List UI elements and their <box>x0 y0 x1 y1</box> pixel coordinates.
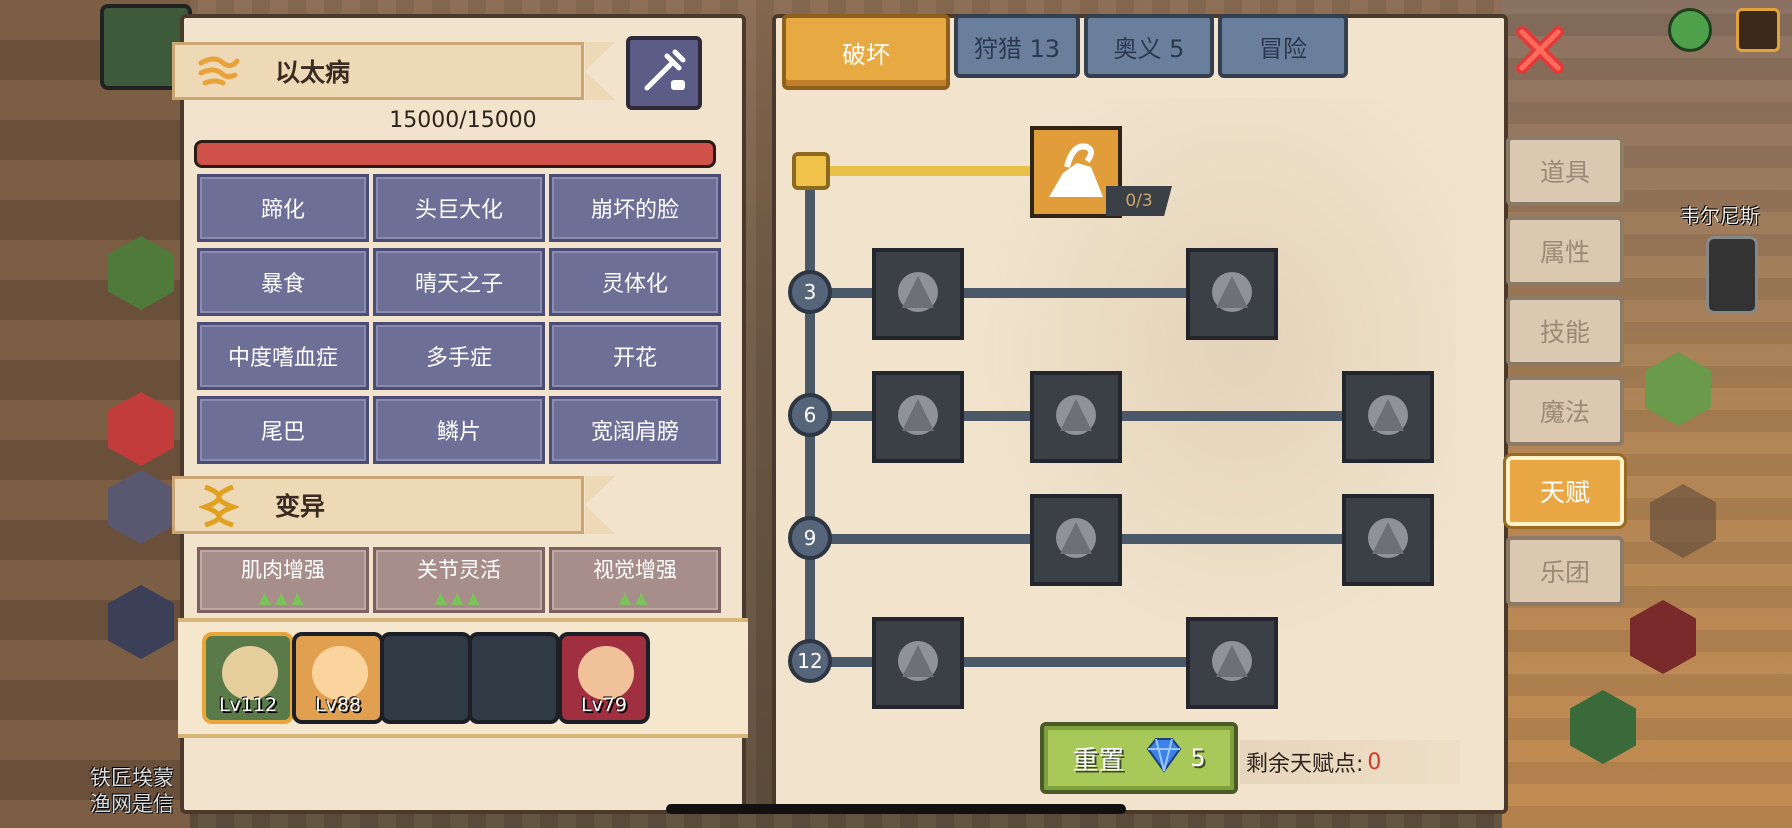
disease-hp-fill <box>197 143 713 165</box>
mutation-card[interactable]: 肌肉增强 ▲▲▲ <box>197 547 369 613</box>
arm-wrestle-icon <box>1043 137 1109 207</box>
talent-level-marker: 12 <box>788 639 832 683</box>
trait-card[interactable]: 多手症 <box>373 322 545 390</box>
side-menu-item[interactable]: 道具 <box>1506 136 1624 206</box>
reset-cost: 5 <box>1144 737 1206 779</box>
talent-node[interactable] <box>872 248 964 340</box>
disease-title: 以太病 <box>275 58 351 87</box>
trait-card[interactable]: 蹄化 <box>197 174 369 242</box>
tab-3[interactable]: 冒险 <box>1218 14 1348 78</box>
trait-card[interactable]: 鳞片 <box>373 396 545 464</box>
reset-label: 重置 <box>1072 745 1125 776</box>
side-menu-item[interactable]: 天赋 <box>1506 456 1624 526</box>
party-slot[interactable] <box>380 632 472 724</box>
mutation-stars: ▲▲ <box>618 587 652 607</box>
talent-counter: 0/3 <box>1106 186 1172 216</box>
grip-icon <box>1202 631 1262 695</box>
dark-wings-icon <box>1358 508 1418 572</box>
disease-hp-bar <box>194 140 716 168</box>
syringe-icon <box>637 44 691 102</box>
talent-node[interactable] <box>1030 494 1122 586</box>
tab-1[interactable]: 狩猎 13 <box>954 14 1080 78</box>
trait-card[interactable]: 中度嗜血症 <box>197 322 369 390</box>
trait-card[interactable]: 灵体化 <box>549 248 721 316</box>
trait-card[interactable]: 开花 <box>549 322 721 390</box>
talent-node[interactable] <box>1342 494 1434 586</box>
talent-node[interactable] <box>1186 617 1278 709</box>
trait-card[interactable]: 暴食 <box>197 248 369 316</box>
talent-node[interactable] <box>1030 371 1122 463</box>
mutation-stars: ▲▲▲ <box>258 587 308 607</box>
party-slot[interactable]: Lv112 <box>202 632 294 724</box>
reset-cost-value: 5 <box>1190 744 1206 772</box>
trait-card[interactable]: 宽阔肩膀 <box>549 396 721 464</box>
shield-break-icon <box>888 385 948 449</box>
diamond-icon <box>1144 737 1184 779</box>
character-level: Lv79 <box>580 694 627 716</box>
side-menu-item[interactable]: 属性 <box>1506 216 1624 286</box>
character-portrait <box>312 646 368 700</box>
talent-root-node <box>792 152 830 190</box>
talent-level-marker: 3 <box>788 270 832 314</box>
character-level: Lv112 <box>218 694 278 716</box>
reset-talents-button[interactable]: 重置 5 <box>1040 722 1238 794</box>
globe-icon[interactable] <box>1668 8 1712 52</box>
mutation-name: 肌肉增强 <box>241 557 325 582</box>
npc-name-label: 韦尔尼斯 <box>1680 204 1760 228</box>
mutation-title: 变异 <box>275 492 326 521</box>
mutation-header-ribbon: 变异 <box>172 476 615 534</box>
character-portrait <box>222 646 278 700</box>
shockwave-icon <box>1046 508 1106 572</box>
close-icon <box>1512 22 1568 82</box>
remaining-points-label: 剩余天赋点: <box>1246 752 1364 777</box>
disease-hp-text: 15000/15000 <box>389 108 537 133</box>
party-slot[interactable] <box>468 632 560 724</box>
phone-icon[interactable] <box>1706 236 1758 314</box>
talent-node[interactable] <box>872 617 964 709</box>
side-menu-item[interactable]: 乐团 <box>1506 536 1624 606</box>
trait-card[interactable]: 晴天之子 <box>373 248 545 316</box>
mutation-stars: ▲▲▲ <box>434 587 484 607</box>
home-indicator <box>666 804 1126 814</box>
syringe-button[interactable] <box>626 36 702 110</box>
exit-fullscreen-icon[interactable] <box>1736 8 1780 52</box>
side-menu-item[interactable]: 技能 <box>1506 296 1624 366</box>
mutation-name: 关节灵活 <box>417 557 501 582</box>
mutation-card[interactable]: 视觉增强 ▲▲ <box>549 547 721 613</box>
punch-dash-icon <box>1046 385 1106 449</box>
talent-branch-top <box>810 166 1036 176</box>
remaining-points: 剩余天赋点: 0 <box>1240 740 1460 784</box>
party-slot[interactable]: Lv79 <box>558 632 650 724</box>
talent-level-marker: 9 <box>788 516 832 560</box>
trait-card[interactable]: 头巨大化 <box>373 174 545 242</box>
mutation-grid: 肌肉增强 ▲▲▲ 关节灵活 ▲▲▲ 视觉增强 ▲▲ <box>197 547 721 613</box>
tab-0[interactable]: 破坏 <box>782 14 950 90</box>
trait-grid: 蹄化 头巨大化 崩坏的脸暴食 晴天之子 灵体化中度嗜血症 多手症 开花尾巴 鳞片 宽阔肩膀 <box>197 174 721 464</box>
talent-node[interactable] <box>1342 371 1434 463</box>
remaining-points-value: 0 <box>1367 749 1382 775</box>
trait-card[interactable]: 崩坏的脸 <box>549 174 721 242</box>
character-level: Lv88 <box>314 694 361 716</box>
dna-icon <box>193 479 245 531</box>
mutation-card[interactable]: 关节灵活 ▲▲▲ <box>373 547 545 613</box>
trait-card[interactable]: 尾巴 <box>197 396 369 464</box>
arrow-strike-icon <box>1202 262 1262 326</box>
party-bar: Lv112 Lv88 Lv79 <box>178 618 748 738</box>
talent-level-marker: 6 <box>788 393 832 437</box>
disease-header-ribbon: 以太病 <box>172 42 615 100</box>
tab-2[interactable]: 奥义 5 <box>1084 14 1214 78</box>
fist-icon <box>888 631 948 695</box>
mutation-name: 视觉增强 <box>593 557 677 582</box>
party-slot[interactable]: Lv88 <box>292 632 384 724</box>
talent-node[interactable] <box>872 371 964 463</box>
talent-node[interactable] <box>1186 248 1278 340</box>
explosion-icon <box>1358 385 1418 449</box>
npc-dialog-text: 渔网是信 <box>90 792 174 816</box>
side-menu-item[interactable]: 魔法 <box>1506 376 1624 446</box>
close-button[interactable] <box>1510 22 1570 82</box>
ether-wind-icon <box>193 45 245 97</box>
muscle-body-icon <box>888 262 948 326</box>
character-portrait <box>578 646 634 700</box>
